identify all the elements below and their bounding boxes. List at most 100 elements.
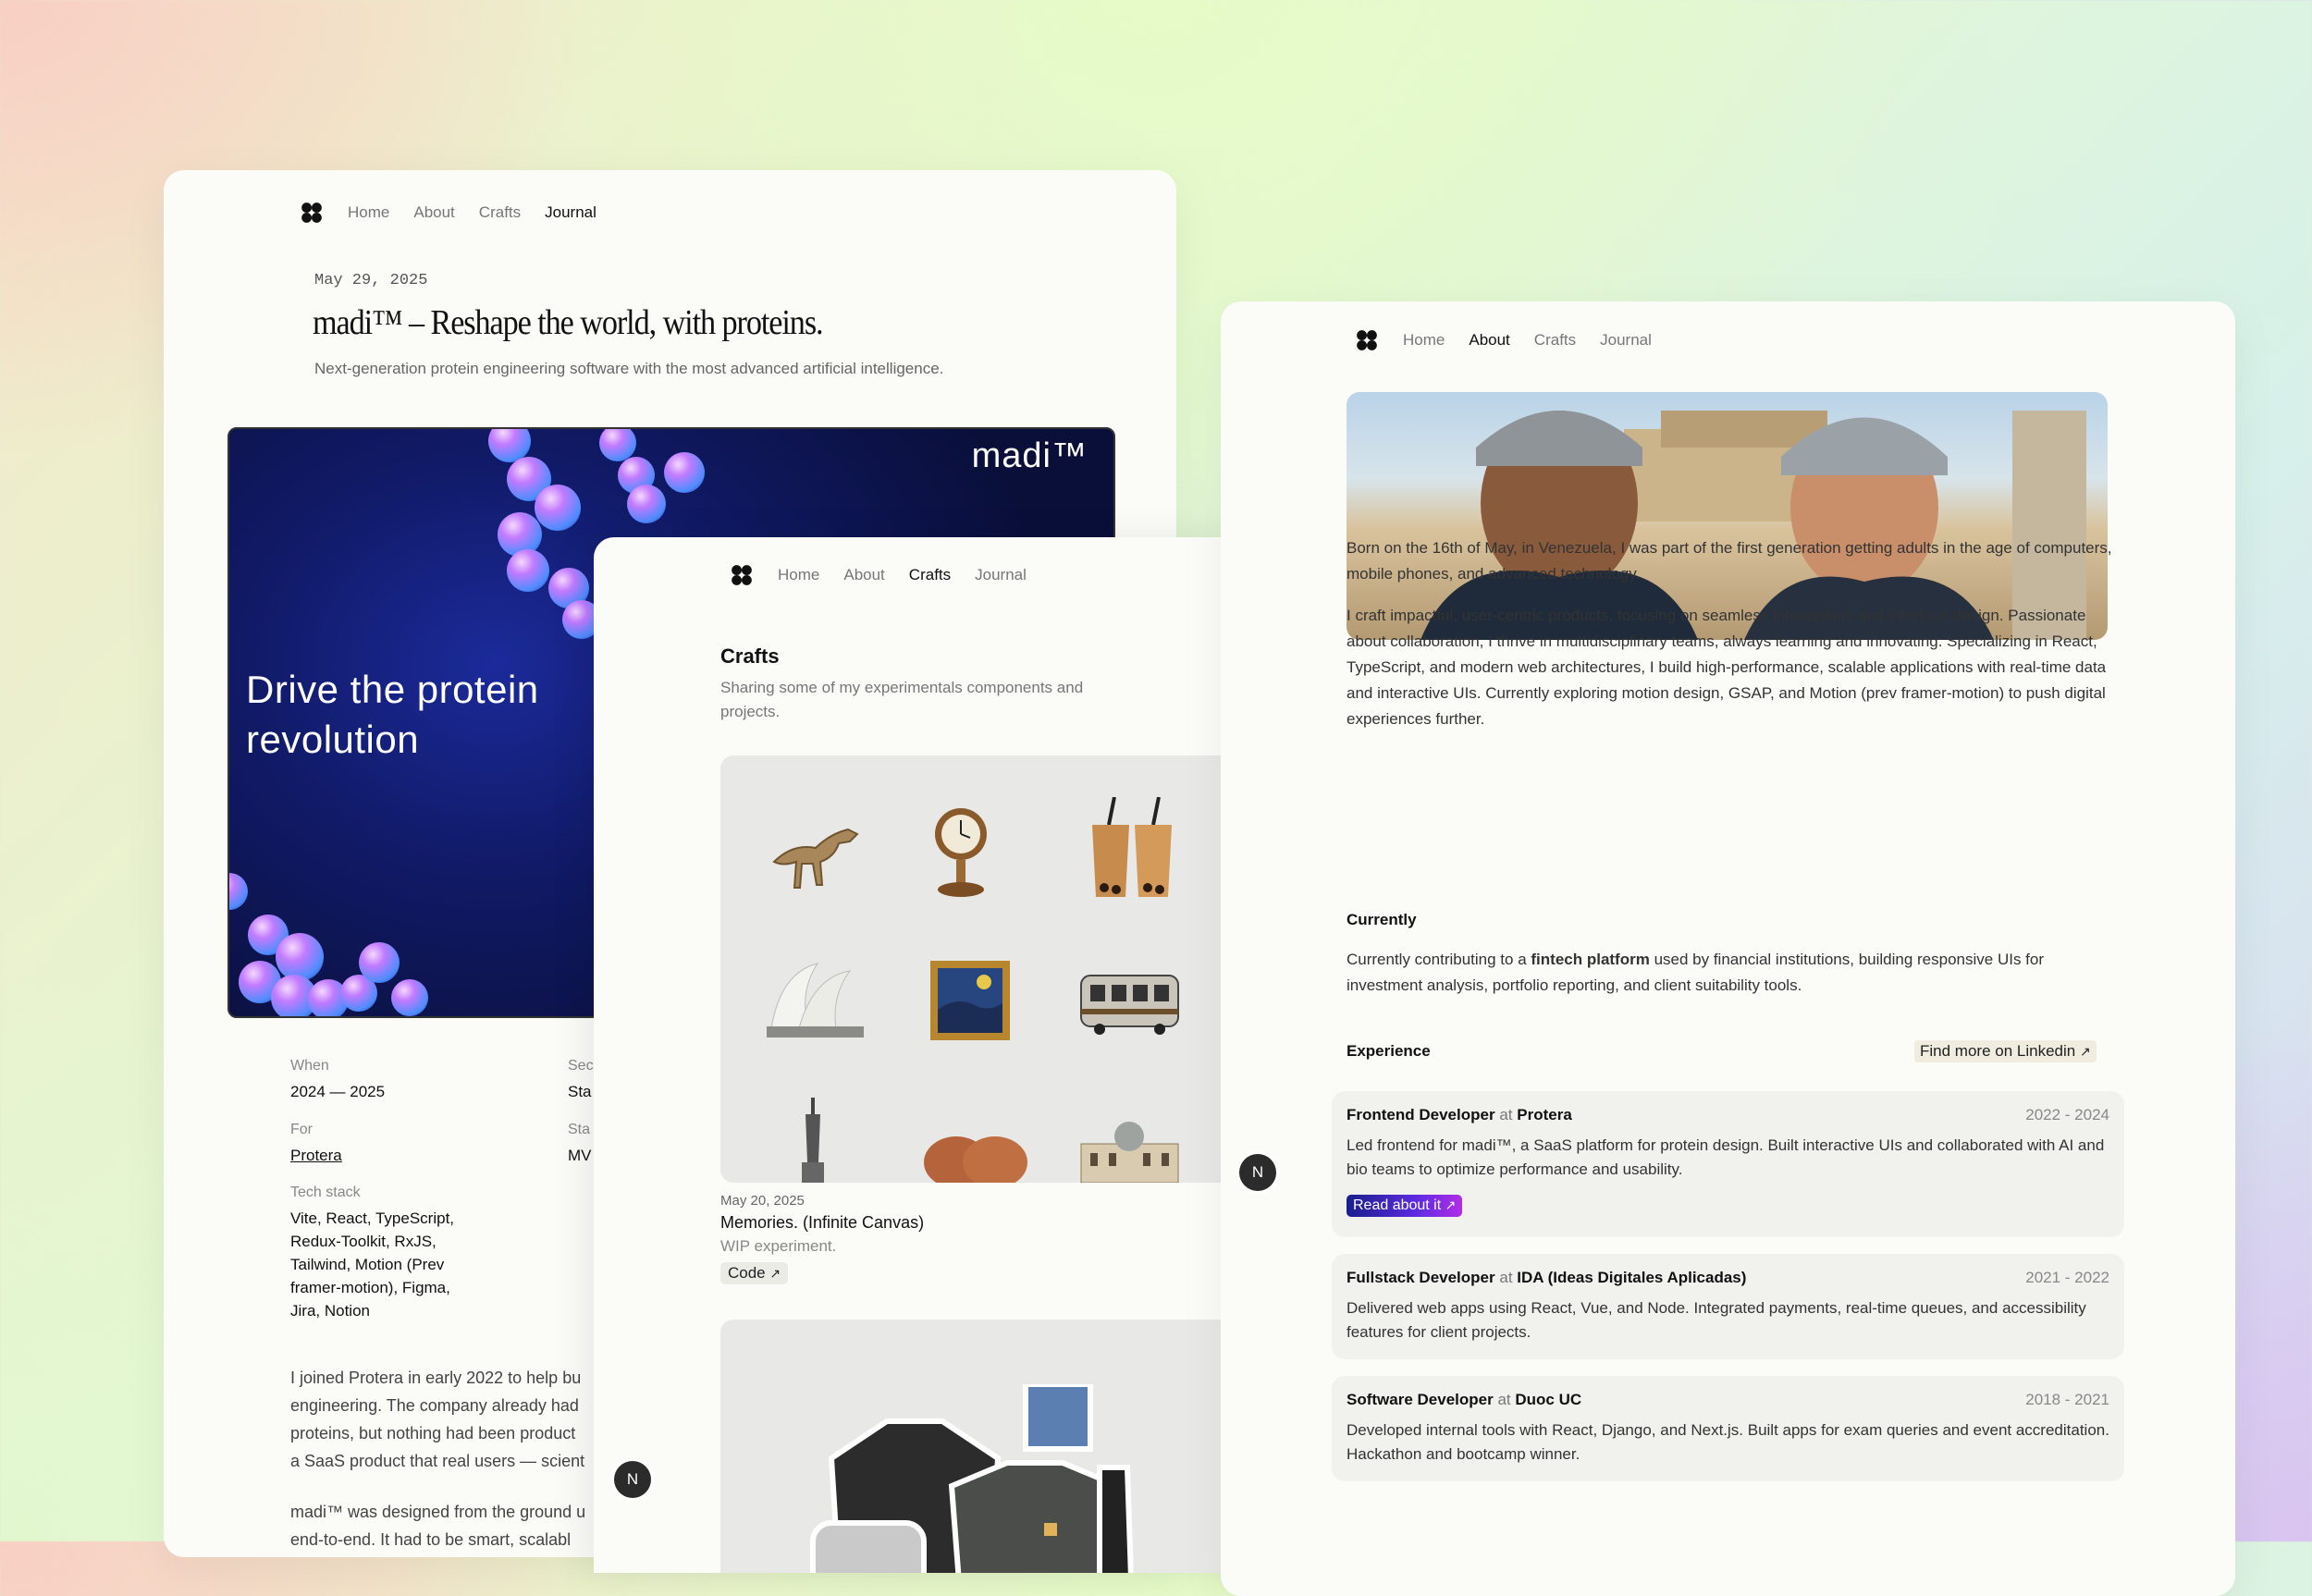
sector-value: Sta bbox=[568, 1083, 592, 1100]
code-link[interactable]: Code ↗ bbox=[720, 1262, 789, 1284]
for-link[interactable]: Protera bbox=[290, 1144, 342, 1167]
paragraph-line: end-to-end. It had to be smart, scalabl bbox=[290, 1530, 572, 1549]
job-at: at bbox=[1497, 1391, 1511, 1408]
next-devtools-button[interactable]: N bbox=[614, 1461, 651, 1498]
clover-logo-icon[interactable] bbox=[1355, 328, 1379, 352]
tech-line: Vite, React, TypeScript, bbox=[290, 1209, 455, 1227]
about-nav: Home About Crafts Journal bbox=[1355, 328, 1676, 352]
paragraph-line: proteins, but nothing had been product bbox=[290, 1424, 576, 1443]
nav-home[interactable]: Home bbox=[778, 566, 819, 584]
craft-description: WIP experiment. bbox=[720, 1237, 837, 1255]
tech-stack-list: Vite, React, TypeScript, Redux-Toolkit, … bbox=[290, 1207, 454, 1322]
sector-label: Sec bbox=[568, 1058, 594, 1074]
bubble-tea-icon bbox=[1092, 797, 1172, 897]
craft-date: May 20, 2025 bbox=[720, 1193, 805, 1209]
job-years: 2021 - 2022 bbox=[2025, 1269, 2109, 1286]
nav-journal[interactable]: Journal bbox=[545, 203, 596, 222]
paragraph-line: a SaaS product that real users — scient bbox=[290, 1452, 585, 1470]
post-paragraph: I joined Protera in early 2022 to help b… bbox=[290, 1364, 584, 1475]
when-label: When bbox=[290, 1058, 329, 1074]
currently-text: Currently contributing to a bbox=[1347, 951, 1531, 968]
job-years: 2022 - 2024 bbox=[2025, 1106, 2109, 1123]
read-about-label: Read about it bbox=[1353, 1197, 1442, 1213]
molecule bbox=[535, 485, 581, 531]
molecule bbox=[599, 429, 636, 461]
molecule bbox=[229, 873, 248, 910]
currently-highlight: fintech platform bbox=[1531, 951, 1650, 968]
bread-icon bbox=[924, 1136, 1027, 1183]
job-title: Software Developer bbox=[1347, 1391, 1494, 1408]
job-company: IDA (Ideas Digitales Aplicadas) bbox=[1517, 1269, 1747, 1286]
tech-line: Redux-Toolkit, RxJS, bbox=[290, 1233, 437, 1250]
crafts-subtitle: Sharing some of my experimentals compone… bbox=[720, 679, 1084, 720]
dinosaur-fossil-icon bbox=[772, 828, 859, 889]
nav-crafts[interactable]: Crafts bbox=[909, 566, 951, 584]
molecule bbox=[359, 942, 400, 983]
job-years: 2018 - 2021 bbox=[2025, 1391, 2109, 1408]
clover-logo-icon[interactable] bbox=[730, 563, 754, 587]
currently-paragraph: Currently contributing to a fintech plat… bbox=[1347, 947, 2114, 999]
nav-home[interactable]: Home bbox=[1403, 331, 1445, 350]
starry-night-painting-icon bbox=[930, 961, 1010, 1040]
job-role: Fullstack Developer at IDA (Ideas Digita… bbox=[1347, 1269, 1746, 1287]
when-value: 2024 — 2025 bbox=[290, 1083, 386, 1100]
next-devtools-button[interactable]: N bbox=[1239, 1154, 1276, 1191]
arrow-up-right-icon: ↗ bbox=[2079, 1044, 2091, 1059]
palace-icon bbox=[1080, 1122, 1179, 1183]
job-description: Developed internal tools with React, Dja… bbox=[1347, 1421, 2109, 1463]
nav-about[interactable]: About bbox=[413, 203, 454, 222]
journal-nav: Home About Crafts Journal bbox=[300, 201, 621, 225]
nav-home[interactable]: Home bbox=[348, 203, 389, 222]
job-card: Fullstack Developer at IDA (Ideas Digita… bbox=[1332, 1254, 2124, 1359]
currently-heading: Currently bbox=[1347, 911, 1417, 928]
job-at: at bbox=[1499, 1106, 1513, 1123]
job-title: Frontend Developer bbox=[1347, 1106, 1495, 1123]
linkedin-label: Find more on Linkedin bbox=[1920, 1042, 2076, 1060]
nav-about[interactable]: About bbox=[843, 566, 884, 584]
about-window: Home About Crafts Journal Born on the 16… bbox=[1221, 301, 2235, 1596]
nav-crafts[interactable]: Crafts bbox=[479, 203, 521, 222]
crafts-window: Home About Crafts Journal Crafts Sharing… bbox=[594, 537, 1260, 1573]
molecule bbox=[507, 549, 549, 592]
crafts-title: Crafts bbox=[720, 645, 780, 668]
job-role: Frontend Developer at Protera bbox=[1347, 1106, 1572, 1124]
molecule bbox=[391, 979, 428, 1016]
train-car-icon bbox=[1080, 975, 1179, 1035]
clothing-canvas-preview[interactable] bbox=[720, 1320, 1260, 1573]
read-about-button[interactable]: Read about it ↗ bbox=[1347, 1195, 1463, 1217]
status-value: MV bbox=[568, 1147, 592, 1164]
post-date: May 29, 2025 bbox=[314, 272, 428, 289]
paragraph-line: engineering. The company already had bbox=[290, 1396, 579, 1415]
bio-paragraph-1: Born on the 16th of May, in Venezuela, I… bbox=[1347, 539, 2112, 583]
experience-heading: Experience bbox=[1347, 1042, 1431, 1060]
molecule bbox=[276, 933, 324, 981]
for-label: For bbox=[290, 1122, 313, 1137]
job-company: Duoc UC bbox=[1515, 1391, 1582, 1408]
tech-line: Tailwind, Motion (Prev bbox=[290, 1256, 445, 1273]
paragraph-line: I joined Protera in early 2022 to help b… bbox=[290, 1369, 582, 1387]
nav-crafts[interactable]: Crafts bbox=[1534, 331, 1576, 350]
clover-logo-icon[interactable] bbox=[300, 201, 324, 225]
post-title: madi™ – Reshape the world, with proteins… bbox=[313, 303, 824, 342]
nav-journal[interactable]: Journal bbox=[1600, 331, 1652, 350]
craft-title[interactable]: Memories. (Infinite Canvas) bbox=[720, 1213, 924, 1233]
hero-headline: Drive the protein revolution bbox=[246, 668, 539, 761]
crafts-nav: Home About Crafts Journal bbox=[730, 563, 1051, 587]
nav-about[interactable]: About bbox=[1469, 331, 1509, 350]
tech-line: Jira, Notion bbox=[290, 1302, 370, 1320]
job-title: Fullstack Developer bbox=[1347, 1269, 1495, 1286]
job-company: Protera bbox=[1517, 1106, 1572, 1123]
job-description: Led frontend for madi™, a SaaS platform … bbox=[1347, 1136, 2105, 1178]
job-card: Frontend Developer at Protera 2022 - 202… bbox=[1332, 1091, 2124, 1237]
code-link-label: Code bbox=[728, 1264, 766, 1282]
bio-paragraph-2: I craft impactful, user-centric products… bbox=[1347, 607, 2107, 728]
memories-canvas-preview[interactable] bbox=[720, 755, 1260, 1183]
tech-line: framer-motion), Figma, bbox=[290, 1279, 450, 1296]
post-subtitle: Next-generation protein engineering soft… bbox=[314, 360, 944, 377]
nav-journal[interactable]: Journal bbox=[975, 566, 1027, 584]
job-description: Delivered web apps using React, Vue, and… bbox=[1347, 1299, 2086, 1341]
statue-of-liberty-icon bbox=[802, 1098, 824, 1183]
linkedin-link[interactable]: Find more on Linkedin ↗ bbox=[1914, 1040, 2097, 1062]
tech-stack-label: Tech stack bbox=[290, 1185, 361, 1200]
madi-logo: madi™ bbox=[971, 436, 1088, 475]
